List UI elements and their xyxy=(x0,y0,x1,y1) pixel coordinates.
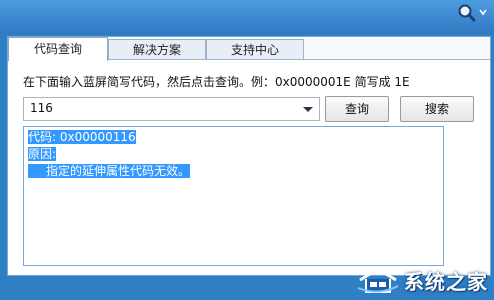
query-button[interactable]: 查询 xyxy=(325,96,389,122)
result-reason-label: 原因: xyxy=(28,147,57,161)
code-input[interactable]: 116 xyxy=(30,101,53,115)
code-combobox[interactable]: 116 xyxy=(23,97,320,121)
search-icon[interactable] xyxy=(452,2,490,24)
tab-code-query[interactable]: 代码查询 xyxy=(8,37,108,61)
tab-content-code-query: 在下面输入蓝屏简写代码，然后点击查询。例：0x0000001E 简写成 1E 1… xyxy=(8,59,490,274)
result-code-line: 代码: 0x00000116 xyxy=(28,130,136,144)
tab-solutions[interactable]: 解决方案 xyxy=(108,39,206,60)
chevron-down-icon[interactable] xyxy=(303,107,313,112)
search-button[interactable]: 搜索 xyxy=(400,96,474,122)
result-textarea[interactable]: 代码: 0x00000116 原因: 指定的延伸属性代码无效。 xyxy=(23,126,444,266)
watermark-text: 系统之家 xyxy=(404,269,488,294)
title-bar xyxy=(0,0,494,34)
main-panel: 代码查询 解决方案 支持中心 在下面输入蓝屏简写代码，然后点击查询。例：0x00… xyxy=(7,36,491,276)
tab-support-center[interactable]: 支持中心 xyxy=(206,39,304,60)
watermark: 系统之家 xyxy=(356,266,488,294)
result-reason-text: 指定的延伸属性代码无效。 xyxy=(28,164,191,178)
instruction-text: 在下面输入蓝屏简写代码，然后点击查询。例：0x0000001E 简写成 1E xyxy=(23,75,410,89)
house-logo-icon xyxy=(357,267,399,293)
